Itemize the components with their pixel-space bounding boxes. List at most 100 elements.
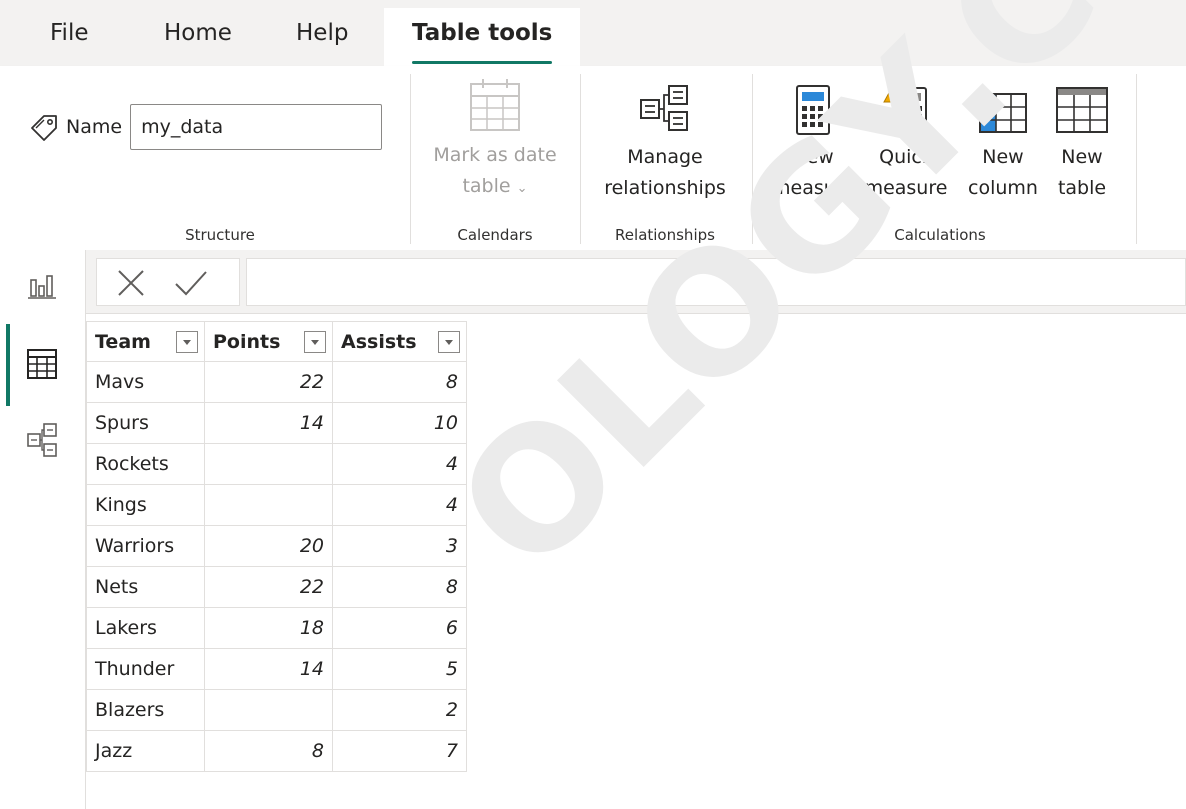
table-name-input[interactable] [130,104,383,150]
cell-points[interactable]: 18 [204,607,333,649]
new-column-line1: New [982,146,1024,168]
column-header-team[interactable]: Team [86,321,205,362]
cell-points[interactable]: 14 [204,648,333,690]
formula-bar [86,250,1186,314]
column-header-label: Team [95,330,151,353]
cell-team[interactable]: Thunder [86,648,205,690]
cell-assists[interactable]: 8 [332,566,467,608]
cell-points[interactable] [204,443,333,485]
cell-points[interactable]: 20 [204,525,333,567]
column-table-icon [979,93,1027,133]
group-separator [580,74,581,244]
group-label-calculations: Calculations [894,226,986,244]
new-measure-line1: New [792,146,834,168]
name-label: Name [66,116,123,138]
mark-as-date-line2: table [462,175,511,197]
cell-points[interactable]: 22 [204,566,333,608]
cell-assists[interactable]: 8 [332,361,467,403]
relationships-icon [640,85,688,131]
chevron-down-icon: ⌄ [516,181,528,196]
new-column-button[interactable]: New column [960,84,1046,204]
column-header-label: Assists [341,330,417,353]
quick-measure-line2: measure [864,177,948,199]
table-header-row: Team Points Assists [86,321,467,362]
cell-assists[interactable]: 3 [332,525,467,567]
cell-team[interactable]: Jazz [86,730,205,772]
cell-assists[interactable]: 2 [332,689,467,731]
cell-team[interactable]: Blazers [86,689,205,731]
menu-home[interactable]: Home [164,20,232,46]
cell-team[interactable]: Lakers [86,607,205,649]
manage-relationships-button[interactable]: Manage relationships [590,82,740,204]
lightning-calculator-icon [883,80,927,135]
cell-assists[interactable]: 6 [332,607,467,649]
column-header-assists[interactable]: Assists [332,321,467,362]
cell-team[interactable]: Kings [86,484,205,526]
new-measure-line2: measure [772,177,855,199]
group-label-structure: Structure [185,226,255,244]
cell-team[interactable]: Rockets [86,443,205,485]
new-table-line2: table [1057,177,1107,199]
table-row: Kings 4 [86,484,467,526]
new-table-button[interactable]: New table [1046,84,1118,204]
mark-as-date-line1: Mark as date [433,144,557,166]
cell-points[interactable]: 22 [204,361,333,403]
cell-team[interactable]: Warriors [86,525,205,567]
cell-points[interactable] [204,484,333,526]
group-separator [1136,74,1137,244]
filter-dropdown-icon[interactable] [176,330,198,353]
table-row: Warriors 20 3 [86,525,467,567]
active-view-indicator [6,324,10,406]
menu-bar: File Home Help Table tools [0,0,1186,66]
calendar-table-icon [470,79,520,131]
new-measure-button[interactable]: New measure [772,84,855,204]
data-table: Team Points Assists Mavs 22 8 Spurs 14 10 Ro… [86,321,467,772]
menu-help[interactable]: Help [296,20,348,46]
bar-chart-icon[interactable] [22,264,62,304]
table-row: Blazers 2 [86,689,467,731]
manage-relationships-line2: relationships [604,177,726,199]
quick-measure-button[interactable]: Quick measure [858,80,954,204]
cell-assists[interactable]: 7 [332,730,467,772]
manage-relationships-line1: Manage [627,146,703,168]
close-icon[interactable] [115,267,147,299]
view-switcher [0,250,86,809]
group-label-calendars: Calendars [457,226,533,244]
cell-points[interactable]: 8 [204,730,333,772]
model-icon[interactable] [22,420,62,460]
menu-table-tools[interactable]: Table tools [384,8,581,66]
table-row: Rockets 4 [86,443,467,485]
column-header-label: Points [213,330,281,353]
filter-dropdown-icon[interactable] [304,330,326,353]
cell-points[interactable] [204,689,333,731]
table-grid-icon[interactable] [22,344,62,384]
cell-team[interactable]: Nets [86,566,205,608]
table-row: Mavs 22 8 [86,361,467,403]
formula-input[interactable] [246,258,1186,306]
calculator-icon [796,85,830,135]
cell-team[interactable]: Mavs [86,361,205,403]
mark-as-date-table-button[interactable]: Mark as date table ⌄ [420,76,570,204]
table-row: Spurs 14 10 [86,402,467,444]
quick-measure-line1: Quick [879,146,933,168]
table-row: Jazz 8 7 [86,730,467,772]
ribbon: Name Structure Mark as date table ⌄ Cale… [0,66,1186,250]
filter-dropdown-icon[interactable] [438,330,460,353]
cell-assists[interactable]: 4 [332,443,467,485]
table-row: Thunder 14 5 [86,648,467,690]
column-header-points[interactable]: Points [204,321,333,362]
menu-file[interactable]: File [50,20,89,46]
tag-icon [31,115,57,141]
cell-assists[interactable]: 5 [332,648,467,690]
cell-points[interactable]: 14 [204,402,333,444]
check-icon[interactable] [173,267,209,299]
new-column-line2: column [968,177,1038,199]
group-label-relationships: Relationships [615,226,715,244]
table-icon [1056,87,1108,133]
cell-team[interactable]: Spurs [86,402,205,444]
cell-assists[interactable]: 10 [332,402,467,444]
new-table-line1: New [1061,146,1103,168]
formula-buttons [96,258,240,306]
table-row: Nets 22 8 [86,566,467,608]
cell-assists[interactable]: 4 [332,484,467,526]
